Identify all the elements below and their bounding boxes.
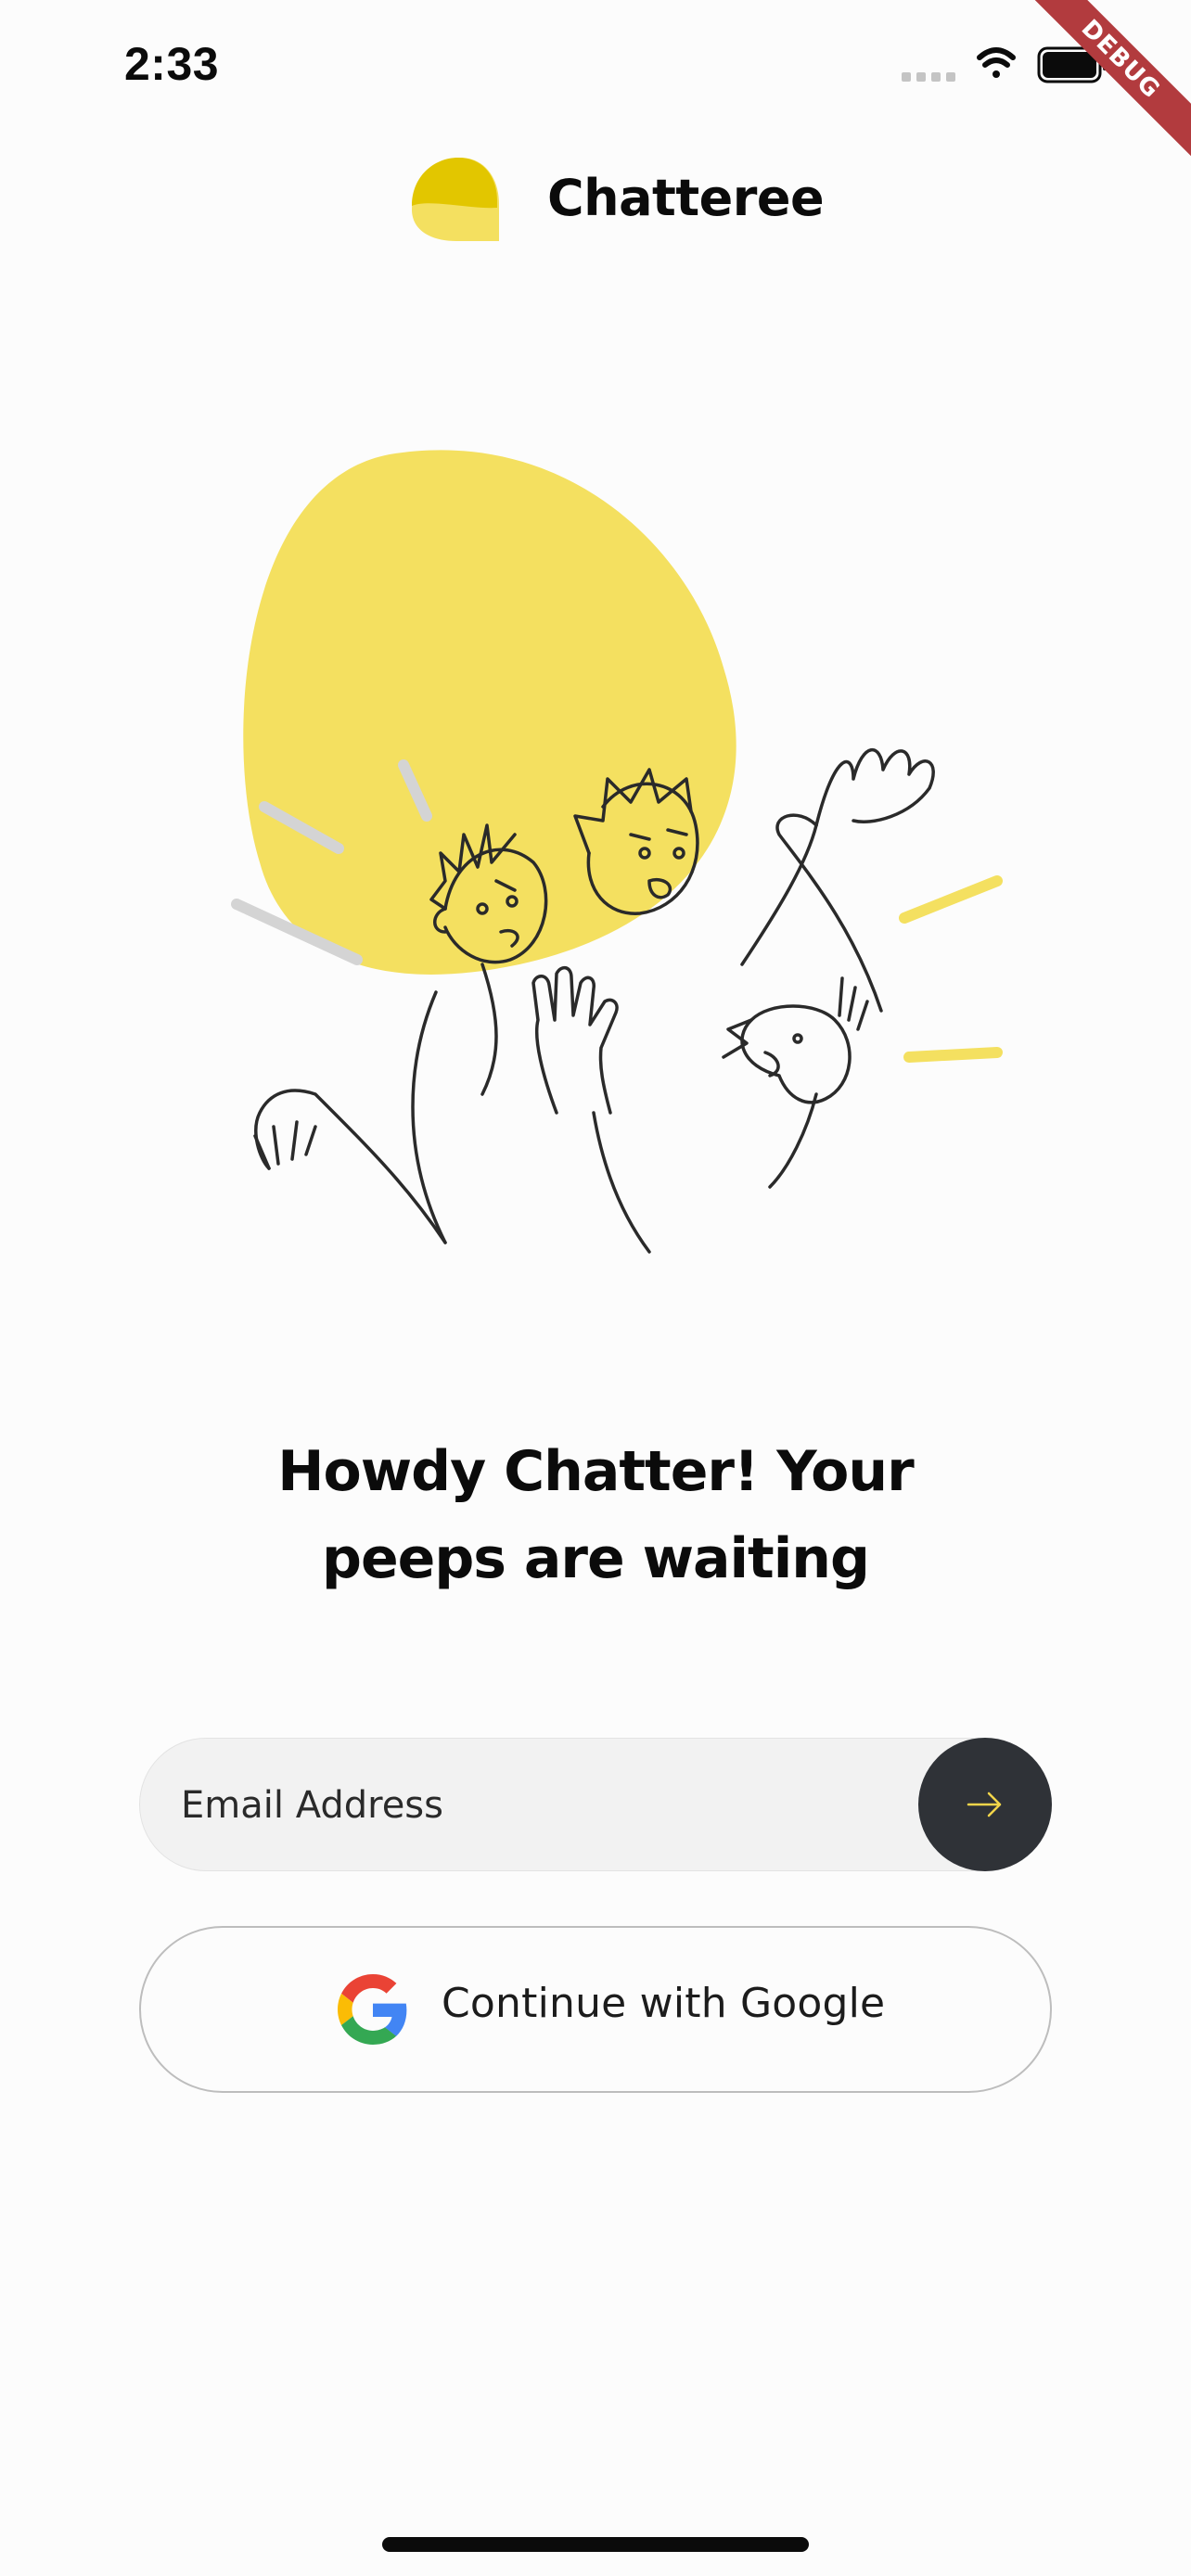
- status-bar: 2:33: [0, 0, 1191, 139]
- debug-banner: DEBUG: [1024, 0, 1191, 167]
- app-name: Chatteree: [547, 169, 825, 227]
- speech-bubble-logo-icon: [412, 158, 499, 241]
- google-g-icon: [338, 1974, 407, 2045]
- signal-dots-icon: [902, 72, 955, 82]
- welcome-headline: Howdy Chatter! Your peeps are waiting: [132, 1428, 1059, 1602]
- email-input[interactable]: [181, 1739, 904, 1872]
- headline-line-1: Howdy Chatter! Your: [277, 1439, 914, 1504]
- continue-with-google-button[interactable]: Continue with Google: [139, 1926, 1052, 2093]
- arrow-right-icon: [967, 1792, 1002, 1817]
- debug-label: DEBUG: [1024, 0, 1191, 167]
- waving-people-illustration: [231, 450, 1003, 1254]
- headline-line-2: peeps are waiting: [322, 1526, 870, 1591]
- email-submit-button[interactable]: [918, 1738, 1052, 1871]
- home-indicator[interactable]: [382, 2537, 809, 2552]
- wifi-icon: [977, 47, 1016, 78]
- app-header: Chatteree: [0, 148, 1191, 250]
- status-time: 2:33: [124, 38, 220, 90]
- google-button-label: Continue with Google: [442, 1980, 886, 2027]
- email-field[interactable]: [139, 1738, 1052, 1872]
- email-row: [139, 1738, 1052, 1872]
